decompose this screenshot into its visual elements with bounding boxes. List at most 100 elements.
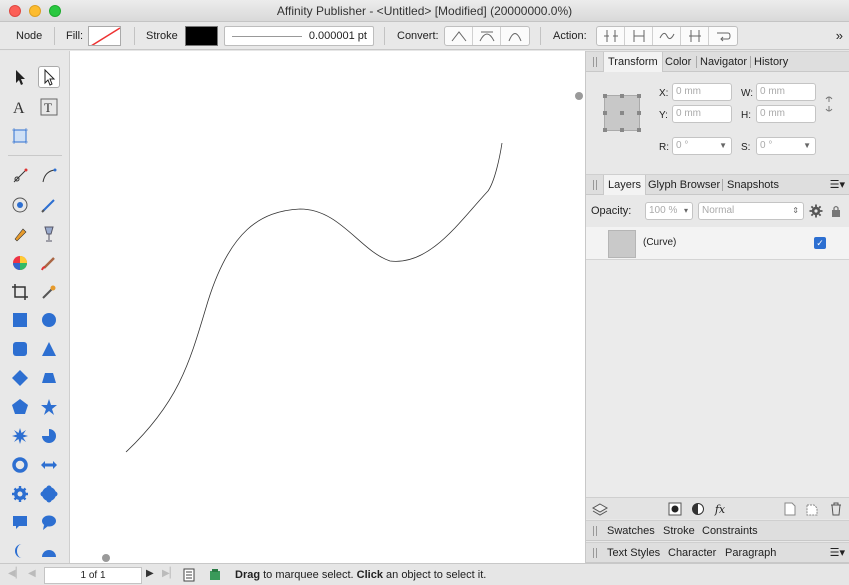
tab-text-styles[interactable]: Text Styles xyxy=(603,543,664,563)
vector-brush-tool[interactable] xyxy=(38,194,60,216)
pencil-tool[interactable] xyxy=(38,165,60,187)
moon-tool[interactable] xyxy=(9,540,31,562)
burst-tool[interactable] xyxy=(9,425,31,447)
transparency-tool[interactable] xyxy=(9,194,31,216)
add-layer-button[interactable] xyxy=(782,501,798,517)
anchor-point[interactable] xyxy=(637,111,641,115)
anchor-point[interactable] xyxy=(603,111,607,115)
tab-glyph-browser[interactable]: Glyph Browser xyxy=(644,175,724,195)
x-field[interactable]: 0 mm xyxy=(672,83,732,101)
add-pixel-layer-button[interactable] xyxy=(804,501,820,517)
delete-layer-button[interactable] xyxy=(828,501,844,517)
document-canvas[interactable] xyxy=(70,51,585,563)
tab-snapshots[interactable]: Snapshots xyxy=(723,175,783,195)
pie-tool[interactable] xyxy=(38,425,60,447)
eyedropper-tool[interactable] xyxy=(38,281,60,303)
shear-field[interactable]: 0 ° ▼ xyxy=(756,137,816,155)
panel-menu-icon[interactable]: ☰▾ xyxy=(830,178,845,191)
anchor-point[interactable] xyxy=(603,94,607,98)
anchor-point[interactable] xyxy=(637,128,641,132)
rectangle-tool[interactable] xyxy=(9,309,31,331)
page-number-field[interactable]: 1 of 1 xyxy=(44,567,142,584)
triangle-tool[interactable] xyxy=(38,338,60,360)
trapezoid-tool[interactable] xyxy=(38,367,60,389)
fill-swatch[interactable] xyxy=(88,26,121,46)
last-page-icon[interactable]: ▶▏ xyxy=(162,568,177,579)
tab-layers[interactable]: Layers xyxy=(603,175,647,195)
page-list-icon[interactable] xyxy=(183,568,195,582)
curve-path[interactable] xyxy=(125,142,503,453)
anchor-point[interactable] xyxy=(603,128,607,132)
double-arrow-tool[interactable] xyxy=(38,454,60,476)
segment-tool[interactable] xyxy=(38,540,60,562)
layer-row[interactable]: (Curve) ✓ xyxy=(586,227,849,260)
panel-grip-icon[interactable] xyxy=(593,57,597,67)
first-page-icon[interactable]: ◀▏ xyxy=(8,568,23,579)
stroke-width-field[interactable]: 0.000001 pt xyxy=(224,26,374,46)
anchor-point[interactable] xyxy=(620,94,624,98)
crop-tool[interactable] xyxy=(9,281,31,303)
opacity-field[interactable]: 100 % ▾ xyxy=(645,202,693,220)
picture-frame-tool[interactable] xyxy=(9,125,31,147)
preflight-icon[interactable] xyxy=(208,569,222,581)
tab-character[interactable]: Character xyxy=(664,543,720,563)
convert-smooth-button[interactable] xyxy=(473,27,501,45)
convert-sharp-button[interactable] xyxy=(445,27,473,45)
smooth-curve-button[interactable] xyxy=(653,27,681,45)
toolbar-overflow-icon[interactable]: » xyxy=(836,28,843,43)
panel-grip-icon[interactable] xyxy=(593,180,597,190)
convert-smart-button[interactable] xyxy=(501,27,529,45)
tab-history[interactable]: History xyxy=(750,52,792,72)
star-tool[interactable] xyxy=(38,396,60,418)
pen-fill-tool[interactable] xyxy=(9,223,31,245)
rotation-field[interactable]: 0 ° ▼ xyxy=(672,137,732,155)
previous-page-icon[interactable]: ◀ xyxy=(28,568,36,579)
page-corner-handle[interactable] xyxy=(102,554,110,562)
frame-text-tool[interactable]: T xyxy=(38,96,60,118)
tab-stroke[interactable]: Stroke xyxy=(659,521,699,541)
cog-tool[interactable] xyxy=(9,483,31,505)
tab-swatches[interactable]: Swatches xyxy=(603,521,659,541)
polygon-tool[interactable] xyxy=(9,396,31,418)
tab-color[interactable]: Color xyxy=(661,52,695,72)
h-field[interactable]: 0 mm xyxy=(756,105,816,123)
panel-menu-icon[interactable]: ☰▾ xyxy=(830,546,845,559)
pen-tool[interactable] xyxy=(9,165,31,187)
panel-grip-icon[interactable] xyxy=(593,526,597,536)
layer-stack-icon[interactable] xyxy=(592,501,608,517)
tab-navigator[interactable]: Navigator xyxy=(696,52,751,72)
artistic-text-tool[interactable]: A xyxy=(9,96,31,118)
mask-layer-button[interactable] xyxy=(667,501,683,517)
close-curve-button[interactable] xyxy=(625,27,653,45)
ellipse-tool[interactable] xyxy=(38,309,60,331)
next-page-icon[interactable]: ▶ xyxy=(146,568,154,579)
anchor-point[interactable] xyxy=(620,128,624,132)
lock-icon[interactable] xyxy=(830,204,842,218)
move-tool[interactable] xyxy=(9,66,31,88)
tab-constraints[interactable]: Constraints xyxy=(698,521,762,541)
fx-icon[interactable]: fx xyxy=(712,501,728,517)
paint-brush-tool[interactable] xyxy=(38,252,60,274)
join-curves-button[interactable] xyxy=(681,27,709,45)
callout-ellipse-tool[interactable] xyxy=(38,511,60,533)
break-curve-button[interactable] xyxy=(597,27,625,45)
panel-grip-icon[interactable] xyxy=(593,548,597,558)
cloud-tool[interactable] xyxy=(38,483,60,505)
rounded-rectangle-tool[interactable] xyxy=(9,338,31,360)
w-field[interactable]: 0 mm xyxy=(756,83,816,101)
tab-transform[interactable]: Transform xyxy=(603,52,663,72)
stroke-swatch[interactable] xyxy=(185,26,218,46)
tab-paragraph[interactable]: Paragraph xyxy=(721,543,780,563)
callout-rectangle-tool[interactable] xyxy=(9,511,31,533)
diamond-tool[interactable] xyxy=(9,367,31,389)
node-tool[interactable] xyxy=(38,66,60,88)
y-field[interactable]: 0 mm xyxy=(672,105,732,123)
blend-mode-select[interactable]: Normal ⇕ xyxy=(698,202,804,220)
color-picker-tool[interactable] xyxy=(9,252,31,274)
anchor-point[interactable] xyxy=(620,111,624,115)
anchor-selector[interactable] xyxy=(603,94,641,132)
page-corner-handle[interactable] xyxy=(575,92,583,100)
layer-visibility-checkbox[interactable]: ✓ xyxy=(814,237,826,249)
link-aspect-icon[interactable] xyxy=(824,96,834,112)
anchor-point[interactable] xyxy=(637,94,641,98)
